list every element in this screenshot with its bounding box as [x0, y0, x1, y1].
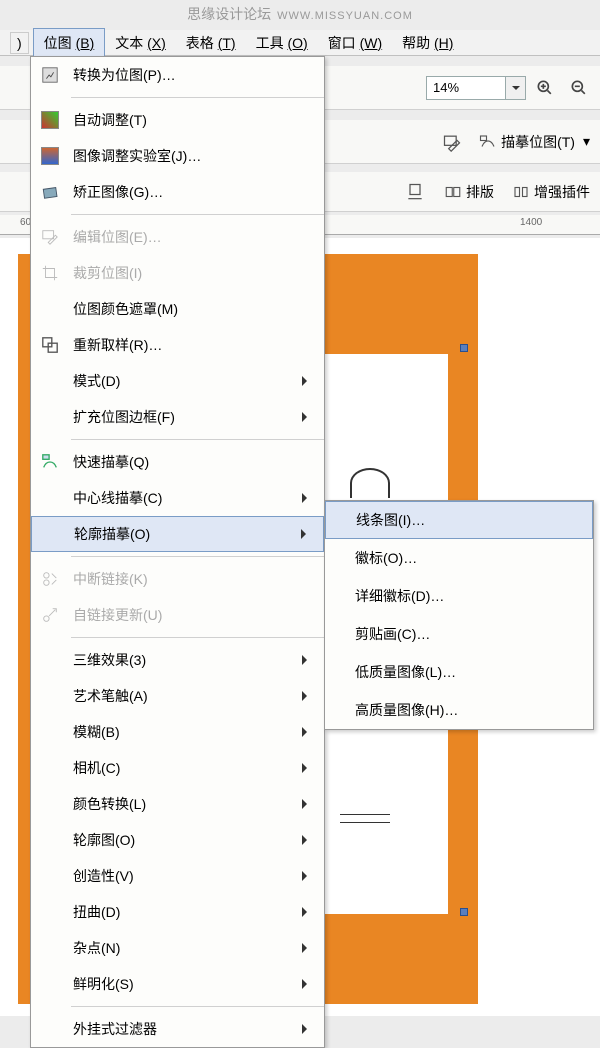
menu-camera[interactable]: 相机(C)	[31, 750, 324, 786]
submenu-arrow-icon	[302, 979, 312, 989]
menu-auto-adjust[interactable]: 自动调整(T)	[31, 102, 324, 138]
layout-button[interactable]: 排版	[440, 180, 498, 204]
menubar-left-fragment: )	[10, 32, 29, 54]
sketch-lines	[340, 808, 390, 838]
menu-tools[interactable]: 工具 (O)	[246, 29, 318, 57]
menu-separator	[71, 1006, 324, 1007]
zoom-combo[interactable]	[426, 76, 526, 100]
menu-separator	[71, 97, 324, 98]
menu-separator	[71, 214, 324, 215]
submenu-arrow-icon	[302, 943, 312, 953]
menu-image-lab[interactable]: 图像调整实验室(J)…	[31, 138, 324, 174]
menu-table[interactable]: 表格 (T)	[176, 29, 246, 57]
menu-separator	[71, 439, 324, 440]
menu-convert-to-bitmap[interactable]: 转换为位图(P)…	[31, 57, 324, 93]
menu-break-link: 中断链接(K)	[31, 561, 324, 597]
menu-bitmap[interactable]: 位图 (B)	[33, 28, 106, 58]
menu-color-mask[interactable]: 位图颜色遮罩(M)	[31, 291, 324, 327]
menu-centerline-trace[interactable]: 中心线描摹(C)	[31, 480, 324, 516]
submenu-arrow-icon	[302, 727, 312, 737]
menu-3d-effects[interactable]: 三维效果(3)	[31, 642, 324, 678]
menu-inflate-border[interactable]: 扩充位图边框(F)	[31, 399, 324, 435]
menu-creative[interactable]: 创造性(V)	[31, 858, 324, 894]
menu-mode[interactable]: 模式(D)	[31, 363, 324, 399]
submenu-arrow-icon	[302, 763, 312, 773]
outline-trace-submenu: 线条图(I)… 徽标(O)… 详细徽标(D)… 剪贴画(C)… 低质量图像(L)…	[324, 500, 594, 730]
submenu-line-art[interactable]: 线条图(I)…	[325, 501, 593, 539]
menubar: ) 位图 (B) 文本 (X) 表格 (T) 工具 (O) 窗口 (W) 帮助 …	[0, 30, 600, 56]
menu-resample[interactable]: 重新取样(R)…	[31, 327, 324, 363]
submenu-arrow-icon	[302, 376, 312, 386]
submenu-arrow-icon	[302, 1024, 312, 1034]
menu-quick-trace[interactable]: 快速描摹(Q)	[31, 444, 324, 480]
zoom-out-icon[interactable]	[564, 73, 594, 103]
submenu-high-quality[interactable]: 高质量图像(H)…	[325, 691, 593, 729]
watermark: 思缘设计论坛WWW.MISSYUAN.COM	[0, 4, 600, 24]
menu-contour[interactable]: 轮廓图(O)	[31, 822, 324, 858]
submenu-arrow-icon	[302, 691, 312, 701]
menu-text[interactable]: 文本 (X)	[105, 29, 176, 57]
zoom-input[interactable]	[426, 76, 506, 100]
trace-bitmap-button[interactable]: 描摹位图(T) ▾	[475, 130, 594, 154]
submenu-arrow-icon	[302, 493, 312, 503]
menu-blur[interactable]: 模糊(B)	[31, 714, 324, 750]
menu-window[interactable]: 窗口 (W)	[318, 29, 392, 57]
bitmap-dropdown-menu: 转换为位图(P)… 自动调整(T) 图像调整实验室(J)… 矫正图像(G)… 编…	[30, 56, 325, 1048]
submenu-arrow-icon	[301, 529, 311, 539]
menu-plugins[interactable]: 外挂式过滤器	[31, 1011, 324, 1047]
submenu-arrow-icon	[302, 412, 312, 422]
menu-help[interactable]: 帮助 (H)	[392, 29, 463, 57]
submenu-arrow-icon	[302, 871, 312, 881]
enhance-plugin-button[interactable]: 增强插件	[508, 180, 594, 204]
menu-crop-bitmap: 裁剪位图(I)	[31, 255, 324, 291]
menu-sharpen[interactable]: 鲜明化(S)	[31, 966, 324, 1002]
snap-icon[interactable]	[400, 177, 430, 207]
submenu-detailed-logo[interactable]: 详细徽标(D)…	[325, 577, 593, 615]
edit-bitmap-icon[interactable]	[437, 127, 467, 157]
menu-edit-bitmap: 编辑位图(E)…	[31, 219, 324, 255]
submenu-clipart[interactable]: 剪贴画(C)…	[325, 615, 593, 653]
submenu-arrow-icon	[302, 907, 312, 917]
menu-separator	[71, 556, 324, 557]
zoom-in-icon[interactable]	[530, 73, 560, 103]
menu-separator	[71, 637, 324, 638]
menu-noise[interactable]: 杂点(N)	[31, 930, 324, 966]
submenu-arrow-icon	[302, 799, 312, 809]
menu-art-strokes[interactable]: 艺术笔触(A)	[31, 678, 324, 714]
selection-handle[interactable]	[460, 908, 468, 916]
selection-handle[interactable]	[460, 344, 468, 352]
submenu-arrow-icon	[302, 835, 312, 845]
menu-distort[interactable]: 扭曲(D)	[31, 894, 324, 930]
menu-color-transform[interactable]: 颜色转换(L)	[31, 786, 324, 822]
menu-outline-trace[interactable]: 轮廓描摹(O)	[31, 516, 324, 552]
sketch-curve	[350, 468, 390, 498]
zoom-dropdown-button[interactable]	[506, 76, 526, 100]
menu-straighten[interactable]: 矫正图像(G)…	[31, 174, 324, 210]
submenu-logo[interactable]: 徽标(O)…	[325, 539, 593, 577]
submenu-low-quality[interactable]: 低质量图像(L)…	[325, 653, 593, 691]
menu-update-link: 自链接更新(U)	[31, 597, 324, 633]
submenu-arrow-icon	[302, 655, 312, 665]
